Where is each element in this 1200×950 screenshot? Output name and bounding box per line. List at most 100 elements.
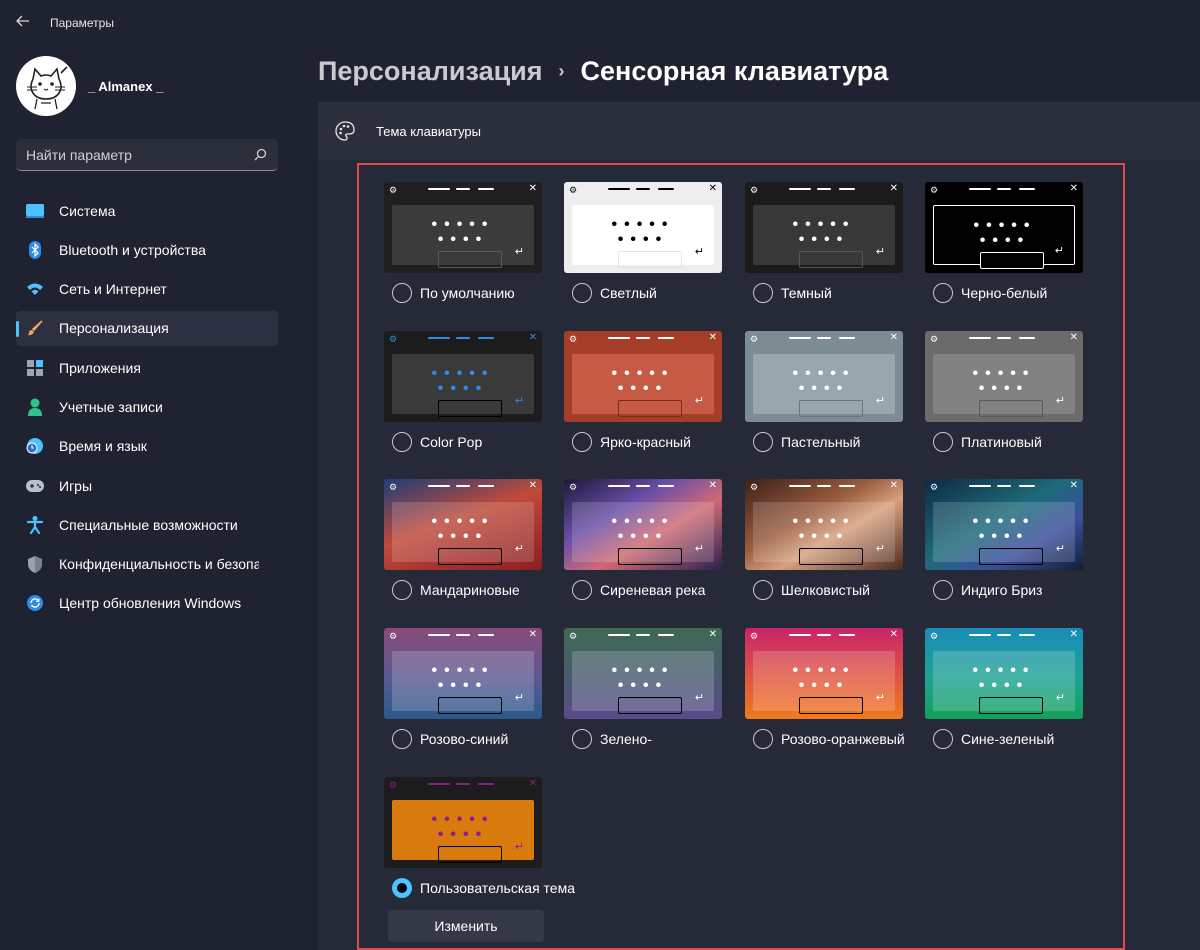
theme-radio-row[interactable]: По умолчанию <box>392 283 542 303</box>
theme-radio[interactable] <box>572 729 592 749</box>
panel-header[interactable]: Тема клавиатуры <box>318 102 1200 160</box>
theme-radio[interactable] <box>933 283 953 303</box>
back-button[interactable] <box>0 0 46 46</box>
theme-radio-row[interactable]: Шелковистый <box>753 580 903 600</box>
sidebar-item-system[interactable]: Система <box>16 193 278 228</box>
change-button[interactable]: Изменить <box>388 910 544 942</box>
preview-dash <box>969 485 991 487</box>
keyboard-preview[interactable]: ⚙ ✕ ••••• •••• ↵ <box>564 331 722 422</box>
theme-option[interactable]: ⚙ ✕ ••••• •••• ↵ Индиго Бриз <box>925 479 1083 600</box>
theme-option[interactable]: ⚙ ✕ ••••• •••• ↵ Сине-зеленый <box>925 628 1083 749</box>
keyboard-preview[interactable]: ⚙ ✕ ••••• •••• ↵ <box>564 628 722 719</box>
theme-option[interactable]: ⚙ ✕ ••••• •••• ↵ Мандариновые <box>384 479 542 600</box>
sidebar-item-accessibility[interactable]: Специальные возможности <box>16 507 278 542</box>
gamepad-icon <box>26 477 44 495</box>
theme-option[interactable]: ⚙ ✕ ••••• •••• ↵ Розово-синий <box>384 628 542 749</box>
theme-label: Черно-белый <box>961 285 1048 301</box>
theme-radio[interactable] <box>933 580 953 600</box>
theme-option[interactable]: ⚙ ✕ ••••• •••• ↵ Светлый <box>564 182 722 303</box>
keyboard-preview[interactable]: ⚙ ✕ ••••• •••• ↵ <box>564 182 722 273</box>
search-input[interactable] <box>26 146 252 163</box>
theme-radio[interactable] <box>392 729 412 749</box>
theme-radio-row[interactable]: Пастельный <box>753 432 903 452</box>
theme-radio-row[interactable]: Темный <box>753 283 903 303</box>
theme-option[interactable]: ⚙ ✕ ••••• •••• ↵ Сиреневая река <box>564 479 722 600</box>
sidebar-item-time-language[interactable]: Время и язык <box>16 429 278 464</box>
enter-icon: ↵ <box>875 395 885 407</box>
preview-keys: ••••• •••• <box>431 662 495 694</box>
theme-radio[interactable] <box>753 283 773 303</box>
sidebar-item-label: Учетные записи <box>59 398 163 415</box>
sidebar-item-accounts[interactable]: Учетные записи <box>16 389 278 424</box>
theme-option[interactable]: ⚙ ✕ ••••• •••• ↵ Розово-оранжевый <box>745 628 905 749</box>
theme-radio[interactable] <box>933 729 953 749</box>
theme-radio[interactable] <box>933 432 953 452</box>
theme-radio-row[interactable]: Светлый <box>572 283 722 303</box>
person-icon <box>26 398 44 416</box>
keyboard-preview[interactable]: ⚙ ✕ ••••• •••• ↵ <box>745 331 903 422</box>
theme-option[interactable]: ⚙ ✕ ••••• •••• ↵ Темный <box>745 182 903 303</box>
search-box[interactable] <box>16 139 278 171</box>
enter-icon: ↵ <box>875 246 885 258</box>
theme-option[interactable]: ⚙ ✕ ••••• •••• ↵ Color Pop <box>384 331 542 452</box>
preview-dash <box>1019 188 1035 190</box>
keyboard-preview[interactable]: ⚙ ✕ ••••• •••• ↵ <box>925 479 1083 570</box>
theme-radio[interactable] <box>392 878 412 898</box>
enter-icon: ↵ <box>1055 543 1065 555</box>
theme-option[interactable]: ⚙ ✕ ••••• •••• ↵ Пастельный <box>745 331 903 452</box>
theme-option[interactable]: ⚙ ✕ ••••• •••• ↵ Ярко-красный <box>564 331 722 452</box>
theme-radio-row[interactable]: Черно-белый <box>933 283 1083 303</box>
theme-radio-row[interactable]: Ярко-красный <box>572 432 722 452</box>
theme-radio-row[interactable]: Зелено- <box>572 729 722 749</box>
theme-radio-row[interactable]: Розово-синий <box>392 729 542 749</box>
keyboard-preview[interactable]: ⚙ ✕ ••••• •••• ↵ <box>925 628 1083 719</box>
theme-option[interactable]: ⚙ ✕ ••••• •••• ↵ Зелено- <box>564 628 722 749</box>
theme-label: Платиновый <box>961 434 1042 450</box>
sidebar-item-games[interactable]: Игры <box>16 468 278 503</box>
keyboard-preview[interactable]: ⚙ ✕ ••••• •••• ↵ <box>384 479 542 570</box>
keyboard-preview[interactable]: ⚙ ✕ ••••• •••• ↵ <box>745 182 903 273</box>
theme-option[interactable]: ⚙ ✕ ••••• •••• ↵ Пользовательская тема <box>384 777 575 898</box>
theme-radio-row[interactable]: Платиновый <box>933 432 1083 452</box>
theme-radio[interactable] <box>572 283 592 303</box>
theme-radio-row[interactable]: Сиреневая река <box>572 580 722 600</box>
theme-radio[interactable] <box>392 432 412 452</box>
sidebar-item-personalization[interactable]: Персонализация <box>16 310 278 346</box>
keyboard-preview[interactable]: ⚙ ✕ ••••• •••• ↵ <box>745 628 903 719</box>
sidebar-item-bluetooth[interactable]: Bluetooth и устройства <box>16 232 278 267</box>
theme-radio[interactable] <box>572 580 592 600</box>
theme-option[interactable]: ⚙ ✕ ••••• •••• ↵ Шелковистый <box>745 479 903 600</box>
theme-radio-row[interactable]: Мандариновые <box>392 580 542 600</box>
theme-radio-row[interactable]: Пользовательская тема <box>392 878 575 898</box>
user-profile[interactable]: _ Almanex _ <box>16 56 163 116</box>
theme-radio-row[interactable]: Розово-оранжевый <box>753 729 905 749</box>
keyboard-preview[interactable]: ⚙ ✕ ••••• •••• ↵ <box>384 182 542 273</box>
keyboard-preview[interactable]: ⚙ ✕ ••••• •••• ↵ <box>384 628 542 719</box>
theme-radio[interactable] <box>753 729 773 749</box>
keyboard-preview[interactable]: ⚙ ✕ ••••• •••• ↵ <box>384 331 542 422</box>
theme-radio[interactable] <box>392 580 412 600</box>
sidebar-item-apps[interactable]: Приложения <box>16 350 278 385</box>
theme-radio[interactable] <box>572 432 592 452</box>
keyboard-preview[interactable]: ⚙ ✕ ••••• •••• ↵ <box>745 479 903 570</box>
sidebar-item-privacy[interactable]: Конфиденциальность и безопасность <box>16 547 278 582</box>
sidebar-item-windows-update[interactable]: Центр обновления Windows <box>16 586 278 621</box>
keyboard-preview[interactable]: ⚙ ✕ ••••• •••• ↵ <box>384 777 542 868</box>
sidebar-item-network[interactable]: Сеть и Интернет <box>16 272 278 307</box>
sidebar-item-label: Персонализация <box>59 320 169 337</box>
theme-radio[interactable] <box>392 283 412 303</box>
breadcrumb-parent[interactable]: Персонализация <box>318 56 543 87</box>
keyboard-preview[interactable]: ⚙ ✕ ••••• •••• ↵ <box>925 182 1083 273</box>
theme-option[interactable]: ⚙ ✕ ••••• •••• ↵ По умолчанию <box>384 182 542 303</box>
theme-option[interactable]: ⚙ ✕ ••••• •••• ↵ Черно-белый <box>925 182 1083 303</box>
search-icon[interactable] <box>252 147 268 163</box>
keyboard-preview[interactable]: ⚙ ✕ ••••• •••• ↵ <box>925 331 1083 422</box>
theme-radio-row[interactable]: Индиго Бриз <box>933 580 1083 600</box>
theme-radio-row[interactable]: Сине-зеленый <box>933 729 1083 749</box>
theme-radio-row[interactable]: Color Pop <box>392 432 542 452</box>
theme-option[interactable]: ⚙ ✕ ••••• •••• ↵ Платиновый <box>925 331 1083 452</box>
preview-keys: ••••• •••• <box>431 811 495 843</box>
theme-radio[interactable] <box>753 580 773 600</box>
theme-radio[interactable] <box>753 432 773 452</box>
keyboard-preview[interactable]: ⚙ ✕ ••••• •••• ↵ <box>564 479 722 570</box>
